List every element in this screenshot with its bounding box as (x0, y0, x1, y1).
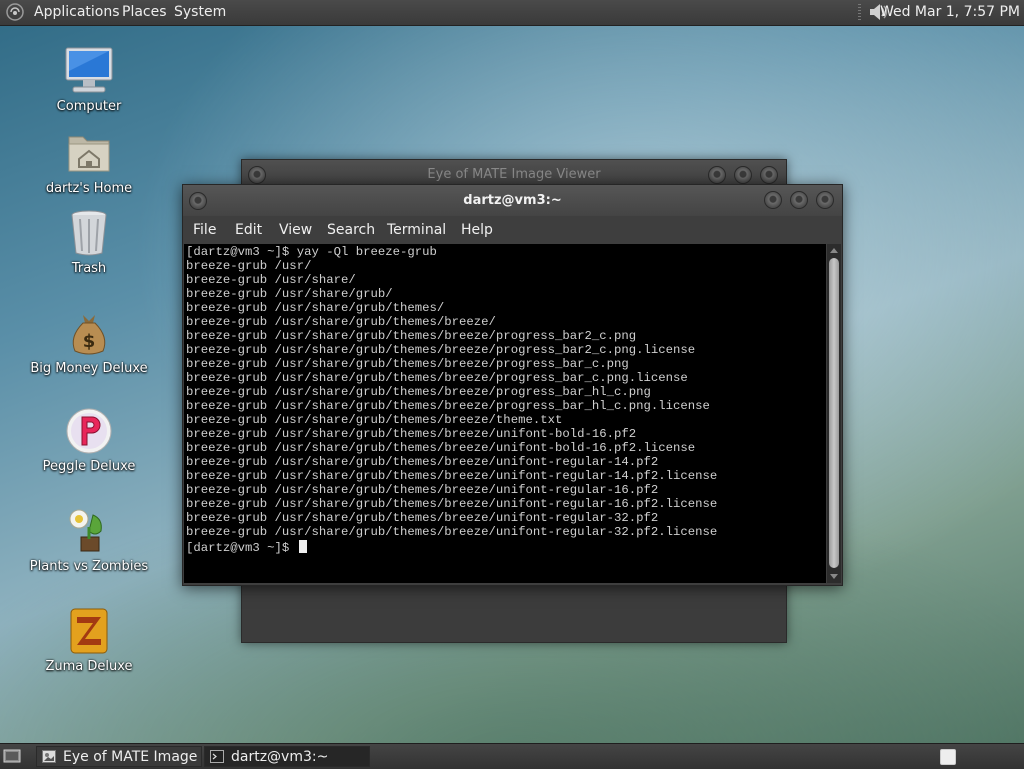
menu-file[interactable]: File (193, 222, 216, 238)
desktop-icon-label: Computer (56, 99, 122, 114)
menu-terminal[interactable]: Terminal (387, 222, 446, 238)
peggle-icon (66, 408, 112, 454)
applications-menu[interactable]: Applications (34, 4, 120, 20)
terminal-icon (210, 750, 224, 763)
scrollbar-thumb[interactable] (829, 258, 839, 568)
panel-clock[interactable]: Wed Mar 1, 7:57 PM (880, 4, 1020, 20)
terminal-output: [dartz@vm3 ~]$ yay -Ql breeze-grub breez… (186, 245, 718, 539)
menu-help[interactable]: Help (461, 222, 493, 238)
terminal-menubar: File Edit View Search Terminal Help (183, 216, 842, 244)
panel-separator (858, 4, 861, 21)
plants-vs-zombies-icon (69, 509, 102, 552)
menu-view[interactable]: View (279, 222, 312, 238)
minimize-button[interactable] (708, 166, 726, 184)
desktop-icon-plants-vs-zombies[interactable]: Plants vs Zombies (29, 505, 149, 574)
menu-search[interactable]: Search (327, 222, 375, 238)
taskbar-item-terminal[interactable]: dartz@vm3:~ (204, 746, 370, 767)
desktop-icon-label: Plants vs Zombies (29, 559, 149, 574)
window-title: dartz@vm3:~ (463, 193, 562, 208)
image-viewer-icon (42, 750, 56, 763)
menu-edit[interactable]: Edit (235, 222, 262, 238)
bottom-panel: Eye of MATE Image ... dartz@vm3:~ (0, 743, 1024, 769)
home-folder-icon (68, 136, 110, 172)
computer-icon (65, 47, 113, 93)
close-button[interactable] (816, 191, 834, 209)
places-menu[interactable]: Places (122, 4, 167, 20)
scroll-up-arrow-icon[interactable] (830, 248, 838, 253)
terminal-prompt: [dartz@vm3 ~]$ (186, 541, 297, 555)
taskbar-item-label: Eye of MATE Image ... (63, 749, 202, 765)
desktop-icon-label: Big Money Deluxe (30, 361, 148, 376)
terminal-titlebar[interactable]: dartz@vm3:~ (183, 185, 842, 216)
terminal-screen[interactable]: [dartz@vm3 ~]$ yay -Ql breeze-grub breez… (184, 244, 826, 583)
window-menu-button[interactable] (248, 166, 266, 184)
desktop-icon-label: dartz's Home (45, 181, 133, 196)
desktop-icon-zuma[interactable]: Zuma Deluxe (29, 605, 149, 674)
maximize-button[interactable] (734, 166, 752, 184)
money-bag-icon: $ (72, 315, 106, 355)
desktop-icon-trash[interactable]: Trash (29, 207, 149, 276)
desktop-icon-peggle[interactable]: Peggle Deluxe (29, 405, 149, 474)
workspace-switcher-icon[interactable] (940, 749, 956, 765)
system-menu[interactable]: System (174, 4, 226, 20)
maximize-button[interactable] (790, 191, 808, 209)
desktop-icon-big-money[interactable]: $ Big Money Deluxe (29, 307, 149, 376)
show-desktop-icon[interactable] (3, 748, 21, 764)
terminal-scrollbar[interactable] (827, 244, 841, 583)
minimize-button[interactable] (764, 191, 782, 209)
desktop-icon-label: Zuma Deluxe (45, 659, 133, 674)
zuma-icon (70, 608, 108, 654)
taskbar-item-image-viewer[interactable]: Eye of MATE Image ... (36, 746, 202, 767)
window-menu-button[interactable] (189, 192, 207, 210)
close-button[interactable] (760, 166, 778, 184)
desktop-icon-label: Peggle Deluxe (42, 459, 136, 474)
top-panel: Applications Places System Wed Mar 1, 7:… (0, 0, 1024, 26)
terminal-cursor (298, 540, 307, 553)
svg-text:$: $ (83, 331, 96, 352)
trash-icon (71, 210, 107, 256)
terminal-window[interactable]: dartz@vm3:~ File Edit View Search Termin… (182, 184, 843, 586)
taskbar-item-label: dartz@vm3:~ (231, 749, 329, 765)
mate-logo-icon[interactable] (6, 3, 24, 21)
desktop-icon-label: Trash (71, 261, 107, 276)
desktop-icon-computer[interactable]: Computer (29, 45, 149, 114)
scroll-down-arrow-icon[interactable] (830, 574, 838, 579)
desktop-icon-home[interactable]: dartz's Home (29, 127, 149, 196)
